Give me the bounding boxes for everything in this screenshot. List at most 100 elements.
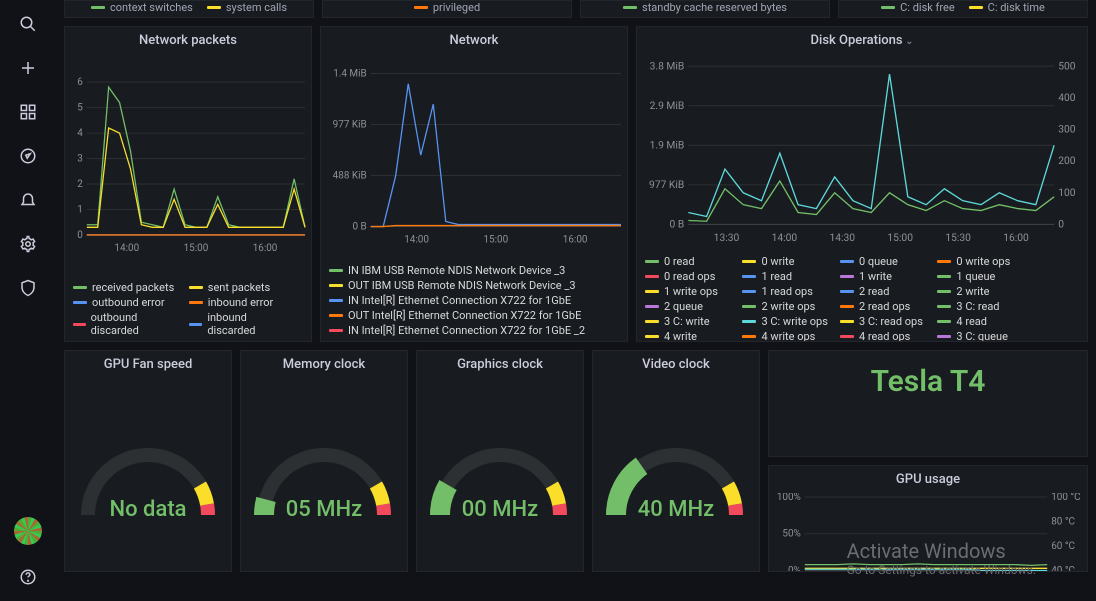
legend-item[interactable]: outbound error: [73, 296, 179, 309]
svg-text:200: 200: [1058, 154, 1076, 167]
chart[interactable]: 012345614:0015:0016:00: [65, 54, 311, 277]
svg-text:0 B: 0 B: [352, 222, 366, 233]
svg-text:2: 2: [77, 179, 83, 190]
svg-text:14:00: 14:00: [114, 243, 139, 254]
panel-title: Network: [321, 27, 627, 54]
chart[interactable]: 0 B977 KiB1.9 MiB2.9 MiB3.8 MiB010020030…: [637, 54, 1087, 251]
search-icon[interactable]: [16, 12, 40, 36]
legend-item[interactable]: inbound discarded: [189, 311, 295, 337]
svg-text:1: 1: [77, 204, 83, 215]
dashboards-icon[interactable]: [16, 100, 40, 124]
legend-item[interactable]: 3 C: write ops: [742, 315, 837, 328]
legend-item[interactable]: sent packets: [189, 281, 295, 294]
legend-item[interactable]: 1 read: [742, 270, 837, 283]
legend-item[interactable]: 3 C: queue: [937, 330, 1032, 341]
svg-text:400: 400: [1058, 91, 1076, 104]
legend: received packets sent packets outbound err…: [65, 277, 311, 341]
svg-text:6: 6: [77, 77, 83, 88]
legend-item[interactable]: 2 read: [840, 285, 935, 298]
legend-item[interactable]: 0 read ops: [645, 270, 740, 283]
legend-item[interactable]: 4 read: [937, 315, 1032, 328]
plus-icon[interactable]: [16, 56, 40, 80]
legend-item[interactable]: 1 write: [840, 270, 935, 283]
svg-text:3.8 MiB: 3.8 MiB: [650, 59, 685, 72]
legend-item[interactable]: 1 queue: [937, 270, 1032, 283]
legend-item[interactable]: 2 write ops: [742, 300, 837, 313]
panel-title: Disk Operations: [637, 27, 1087, 54]
legend-item[interactable]: 2 queue: [645, 300, 740, 313]
panel-title: Memory clock: [241, 351, 407, 378]
svg-text:16:00: 16:00: [1003, 231, 1029, 244]
legend-item[interactable]: 1 write ops: [645, 285, 740, 298]
legend: 0 read0 write0 queue0 write ops 0 read op…: [637, 251, 1087, 341]
svg-text:16:00: 16:00: [253, 243, 278, 254]
legend-item[interactable]: 0 read: [645, 255, 740, 268]
legend-item[interactable]: IN Intel[R] Ethernet Connection X722 for…: [329, 294, 619, 307]
panel-graphics-clock[interactable]: Graphics clock 00 MHz: [416, 350, 584, 572]
svg-text:80 °C: 80 °C: [1051, 516, 1075, 527]
gpu-name: Tesla T4: [769, 351, 1087, 413]
alert-icon[interactable]: [16, 188, 40, 212]
svg-text:3: 3: [77, 154, 83, 165]
legend-item[interactable]: OUT Intel[R] Ethernet Connection X722 fo…: [329, 309, 619, 322]
svg-text:15:00: 15:00: [887, 231, 913, 244]
svg-text:100 °C: 100 °C: [1051, 493, 1080, 503]
svg-text:1.9 MiB: 1.9 MiB: [650, 138, 685, 151]
panel-gpu-usage[interactable]: GPU usage 0%50%100%40 °C60 °C80 °C100 °C…: [768, 465, 1088, 572]
explore-icon[interactable]: [16, 144, 40, 168]
legend-item[interactable]: 0 write ops: [937, 255, 1032, 268]
legend-item[interactable]: 3 C: write: [645, 315, 740, 328]
svg-text:14:00: 14:00: [404, 234, 429, 245]
legend-item[interactable]: 2 read ops: [840, 300, 935, 313]
svg-text:100: 100: [1058, 186, 1076, 199]
legend-item[interactable]: outbound discarded: [73, 311, 179, 337]
avatar[interactable]: [14, 517, 42, 545]
svg-text:0 B: 0 B: [670, 218, 685, 231]
svg-text:0%: 0%: [788, 565, 801, 572]
legend-item[interactable]: IN Intel[R] Ethernet Connection X722 for…: [329, 324, 619, 337]
panel-gpu-fan[interactable]: GPU Fan speed No data: [64, 350, 232, 572]
shield-icon[interactable]: [16, 276, 40, 300]
legend-fragment: C: disk freeC: disk time: [838, 0, 1088, 18]
svg-text:15:00: 15:00: [184, 243, 209, 254]
gauge: No data: [73, 430, 223, 520]
panel-gpu-name[interactable]: Tesla T4: [768, 350, 1088, 457]
panel-memory-clock[interactable]: Memory clock 05 MHz: [240, 350, 408, 572]
svg-text:100%: 100%: [777, 493, 801, 503]
legend-item[interactable]: OUT IBM USB Remote NDIS Network Device _…: [329, 279, 619, 292]
legend-item[interactable]: 4 read ops: [840, 330, 935, 341]
chart[interactable]: 0%50%100%40 °C60 °C80 °C100 °C14:0015:00…: [769, 493, 1087, 572]
svg-text:1.4 MiB: 1.4 MiB: [333, 69, 367, 80]
legend-item[interactable]: 2 write: [937, 285, 1032, 298]
legend-fragment: privileged: [322, 0, 572, 18]
gear-icon[interactable]: [16, 232, 40, 256]
svg-text:2.9 MiB: 2.9 MiB: [650, 99, 685, 112]
svg-text:13:30: 13:30: [714, 231, 740, 244]
svg-text:60 °C: 60 °C: [1051, 541, 1075, 552]
legend-item[interactable]: inbound error: [189, 296, 295, 309]
panel-title: Video clock: [593, 351, 759, 378]
svg-text:14:30: 14:30: [830, 231, 856, 244]
legend-item[interactable]: 0 write: [742, 255, 837, 268]
legend-item[interactable]: received packets: [73, 281, 179, 294]
panel-disk-operations[interactable]: Disk Operations 0 B 977 KiB 1.9 MiB 2.9 MiB…: [636, 26, 1088, 342]
svg-text:300: 300: [1058, 123, 1076, 136]
legend-item[interactable]: 4 write: [645, 330, 740, 341]
svg-text:4: 4: [77, 128, 83, 139]
svg-text:14:00: 14:00: [772, 231, 798, 244]
chart[interactable]: 0 B488 KiB977 KiB1.4 MiB14:0015:0016:00: [321, 54, 627, 260]
legend-item[interactable]: 0 queue: [840, 255, 935, 268]
legend-item[interactable]: 3 C: read ops: [840, 315, 935, 328]
legend-item[interactable]: 4 write ops: [742, 330, 837, 341]
svg-text:977 KiB: 977 KiB: [649, 178, 684, 191]
panel-video-clock[interactable]: Video clock 40 MHz: [592, 350, 760, 572]
legend-item[interactable]: 3 C: read: [937, 300, 1032, 313]
legend-fragment: context switchessystem calls: [64, 0, 314, 18]
panel-network[interactable]: Network 0 B488 KiB977 KiB1.4 MiB14:0015:…: [320, 26, 628, 342]
panel-network-packets[interactable]: Network packets 012345614:0015:0016:00 r…: [64, 26, 312, 342]
help-icon[interactable]: [16, 565, 40, 589]
svg-text:5: 5: [77, 103, 83, 114]
legend-item[interactable]: 1 read ops: [742, 285, 837, 298]
panel-title: GPU usage: [769, 466, 1087, 493]
legend-item[interactable]: IN IBM USB Remote NDIS Network Device _3: [329, 264, 619, 277]
